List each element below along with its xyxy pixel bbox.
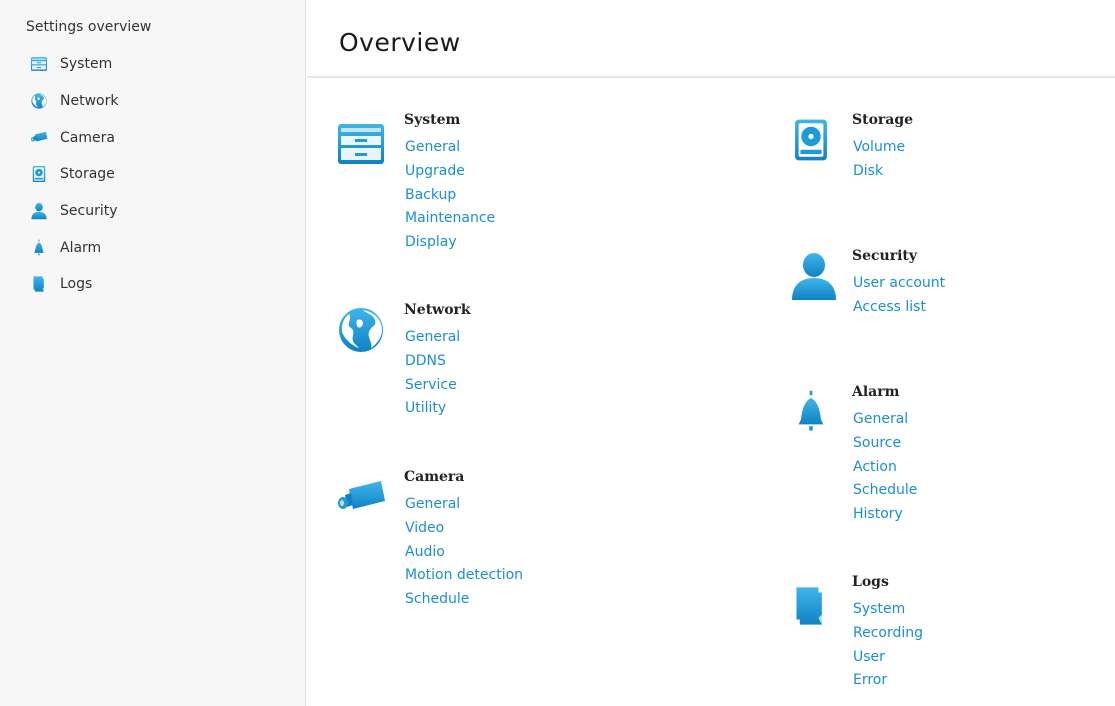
link-alarm-general[interactable]: General (853, 408, 917, 432)
section-title: Network (404, 302, 471, 318)
link-system-display[interactable]: Display (405, 231, 495, 255)
section-title: Camera (404, 469, 465, 485)
logs-icon (30, 275, 48, 293)
link-network-ddns[interactable]: DDNS (405, 350, 460, 374)
link-alarm-schedule[interactable]: Schedule (853, 479, 917, 503)
system-icon (30, 55, 48, 73)
link-logs-system[interactable]: System (853, 598, 923, 622)
link-network-general[interactable]: General (405, 326, 460, 350)
section-title: Security (852, 248, 918, 264)
link-system-backup[interactable]: Backup (405, 184, 495, 208)
link-alarm-action[interactable]: Action (853, 456, 917, 480)
link-security-user-account[interactable]: User account (853, 272, 945, 296)
system-icon (335, 118, 387, 170)
storage-icon (30, 165, 48, 183)
sidebar-item-label: Alarm (60, 240, 102, 256)
link-storage-disk[interactable]: Disk (853, 160, 905, 184)
sidebar-item-camera[interactable]: Camera (30, 126, 280, 150)
bell-icon (30, 239, 48, 257)
logs-icon (788, 580, 832, 632)
section-title: Alarm (852, 384, 900, 400)
section-title: System (404, 112, 461, 128)
section-title: Storage (852, 112, 914, 128)
link-system-upgrade[interactable]: Upgrade (405, 160, 495, 184)
sidebar-item-system[interactable]: System (30, 52, 280, 76)
link-logs-error[interactable]: Error (853, 669, 923, 693)
bell-icon (788, 386, 834, 438)
link-camera-video[interactable]: Video (405, 517, 523, 541)
sidebar-item-label: Storage (60, 166, 115, 182)
storage-icon (788, 114, 834, 166)
link-camera-audio[interactable]: Audio (405, 541, 523, 565)
sidebar-item-label: Logs (60, 276, 93, 292)
sidebar-item-label: System (60, 56, 113, 72)
camera-icon (30, 129, 48, 147)
link-system-general[interactable]: General (405, 136, 495, 160)
sidebar-item-label: Network (60, 93, 119, 109)
sidebar-item-label: Camera (60, 130, 115, 146)
camera-icon (335, 473, 387, 525)
link-camera-motion-detection[interactable]: Motion detection (405, 564, 523, 588)
sidebar: Settings overview System Network Camera … (0, 0, 306, 706)
link-camera-general[interactable]: General (405, 493, 523, 517)
link-alarm-source[interactable]: Source (853, 432, 917, 456)
sidebar-item-label: Security (60, 203, 118, 219)
globe-icon (30, 92, 48, 110)
link-security-access-list[interactable]: Access list (853, 296, 945, 320)
link-network-service[interactable]: Service (405, 374, 460, 398)
globe-icon (335, 304, 387, 356)
link-alarm-history[interactable]: History (853, 503, 917, 527)
link-logs-user[interactable]: User (853, 646, 923, 670)
sidebar-item-alarm[interactable]: Alarm (30, 236, 280, 260)
link-network-utility[interactable]: Utility (405, 397, 460, 421)
sidebar-title: Settings overview (26, 19, 152, 35)
section-title: Logs (852, 574, 889, 590)
user-icon (788, 250, 840, 302)
sidebar-item-security[interactable]: Security (30, 199, 280, 223)
link-logs-recording[interactable]: Recording (853, 622, 923, 646)
sidebar-item-logs[interactable]: Logs (30, 272, 280, 296)
header: Overview (307, 0, 1115, 78)
link-camera-schedule[interactable]: Schedule (405, 588, 523, 612)
sidebar-item-network[interactable]: Network (30, 89, 280, 113)
sidebar-item-storage[interactable]: Storage (30, 162, 280, 186)
link-storage-volume[interactable]: Volume (853, 136, 905, 160)
page-title: Overview (339, 28, 461, 57)
link-system-maintenance[interactable]: Maintenance (405, 207, 495, 231)
user-icon (30, 202, 48, 220)
